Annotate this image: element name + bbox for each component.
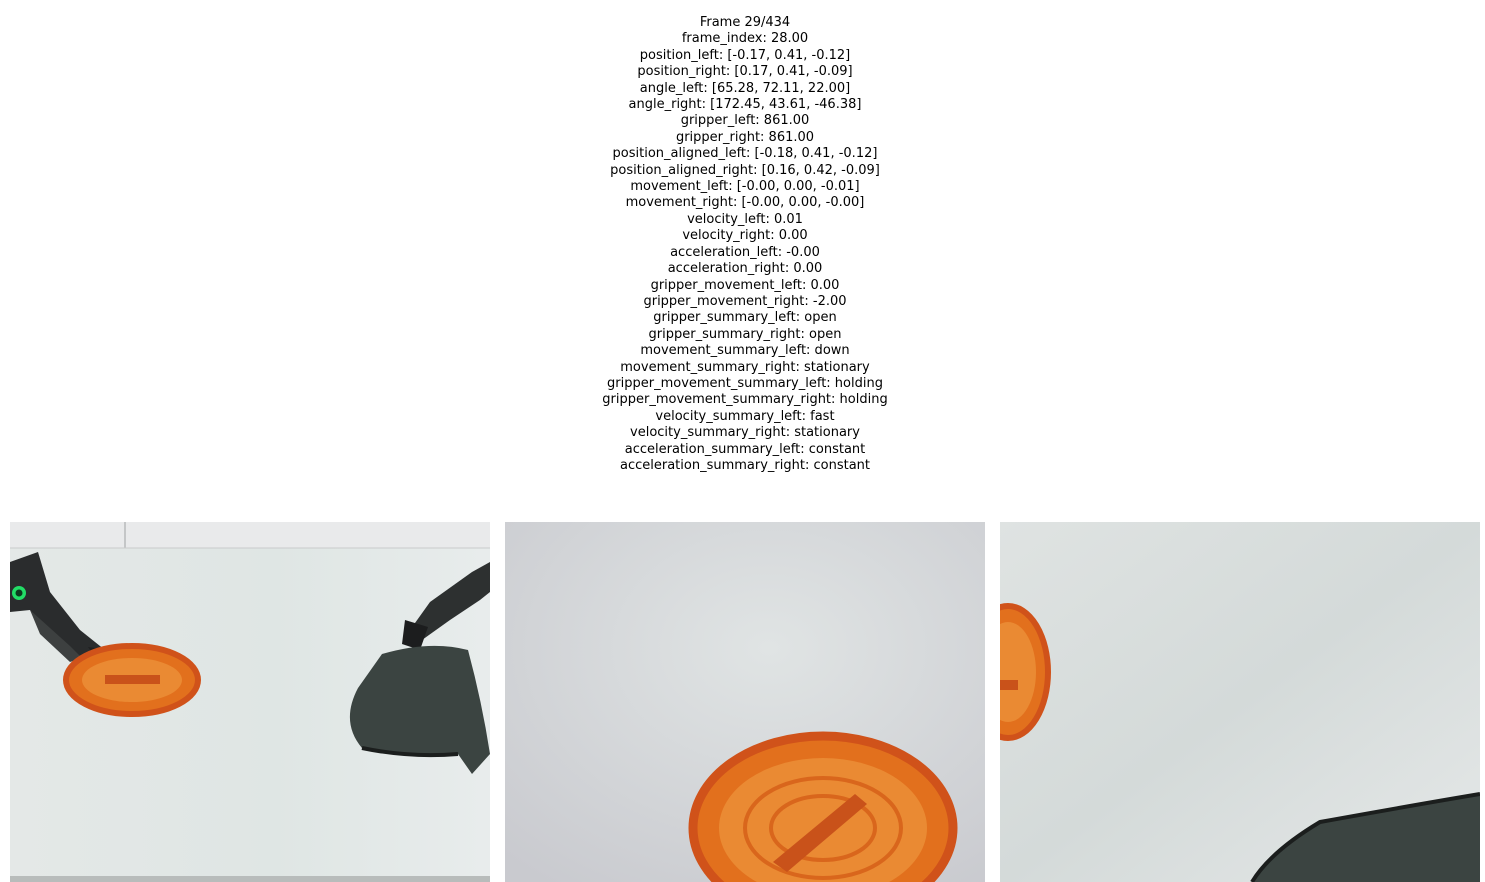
info-line-acceleration-summary-left: acceleration_summary_left: constant	[624, 441, 866, 457]
frame-header: Frame 29/434	[699, 15, 791, 30]
info-line-gripper-right: gripper_right: 861.00	[675, 129, 815, 145]
info-line-velocity-left: velocity_left: 0.01	[687, 211, 803, 227]
info-line-position-right: position_right: [0.17, 0.41, -0.09]	[637, 64, 853, 80]
camera-wrist-left-image	[505, 522, 985, 882]
camera-front-image	[10, 522, 490, 882]
info-line-movement-summary-left: movement_summary_left: down	[640, 343, 850, 359]
info-line-position-left: position_left: [-0.17, 0.41, -0.12]	[639, 47, 851, 63]
camera-view-front	[10, 522, 490, 882]
info-line-frame-index: frame_index: 28.00	[681, 31, 809, 47]
info-line-gripper-movement-left: gripper_movement_left: 0.00	[650, 277, 840, 293]
info-line-gripper-left: gripper_left: 861.00	[680, 113, 810, 129]
info-line-velocity-summary-right: velocity_summary_right: stationary	[630, 425, 860, 441]
info-line-gripper-movement-summary-right: gripper_movement_summary_right: holding	[602, 392, 888, 408]
info-line-velocity-right: velocity_right: 0.00	[682, 228, 808, 244]
info-line-acceleration-summary-right: acceleration_summary_right: constant	[620, 457, 870, 473]
info-line-velocity-summary-left: velocity_summary_left: fast	[655, 408, 835, 424]
info-line-acceleration-right: acceleration_right: 0.00	[667, 261, 823, 277]
orange-basket	[63, 643, 201, 717]
info-line-angle-left: angle_left: [65.28, 72.11, 22.00]	[639, 80, 851, 96]
info-line-gripper-movement-right: gripper_movement_right: -2.00	[643, 293, 847, 309]
info-line-movement-right: movement_right: [-0.00, 0.00, -0.00]	[625, 195, 865, 211]
info-line-gripper-summary-right: gripper_summary_right: open	[648, 326, 842, 342]
info-line-position-aligned-right: position_aligned_right: [0.16, 0.42, -0.…	[610, 162, 880, 178]
camera-wrist-right-image	[1000, 522, 1480, 882]
info-line-acceleration-left: acceleration_left: -0.00	[670, 244, 820, 260]
info-line-movement-summary-right: movement_summary_right: stationary	[620, 359, 870, 375]
camera-view-wrist-right	[1000, 522, 1480, 882]
camera-view-wrist-left	[505, 522, 985, 882]
info-line-gripper-movement-summary-left: gripper_movement_summary_left: holding	[607, 375, 883, 391]
info-line-position-aligned-left: position_aligned_left: [-0.18, 0.41, -0.…	[612, 146, 878, 162]
back-wall	[10, 522, 490, 548]
frame-info-block: Frame 29/434 frame_index: 28.00 position…	[0, 15, 1485, 474]
info-line-gripper-summary-left: gripper_summary_left: open	[653, 310, 837, 326]
orange-basket	[688, 731, 958, 882]
info-line-angle-right: angle_right: [172.45, 43.61, -46.38]	[628, 97, 862, 113]
info-line-movement-left: movement_left: [-0.00, 0.00, -0.01]	[630, 179, 860, 195]
